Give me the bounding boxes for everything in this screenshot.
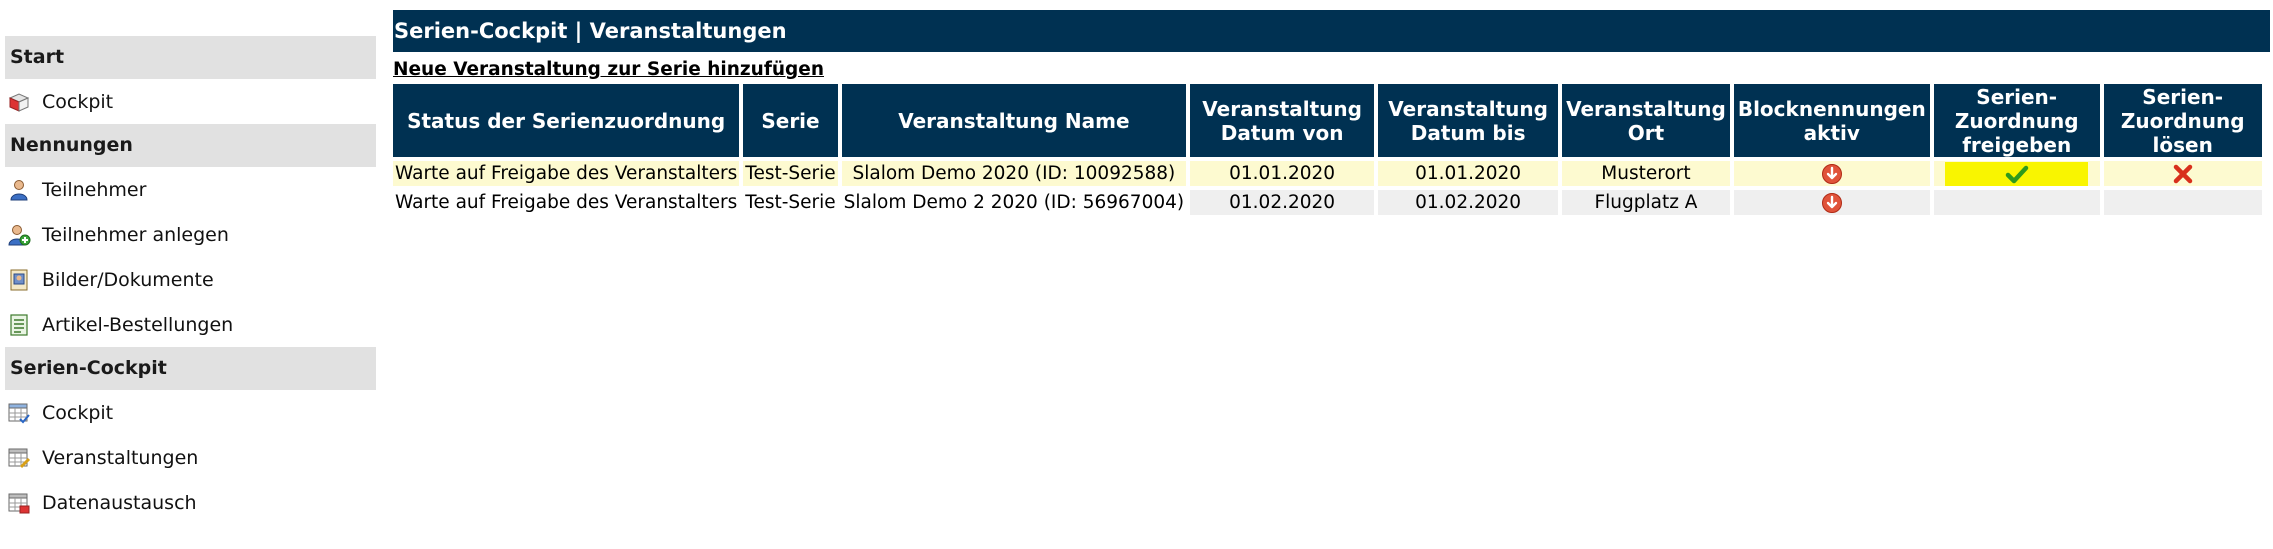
sidebar-section-nennungen: Nennungen — [5, 124, 376, 167]
table-check-icon — [7, 401, 31, 425]
cell-loesen — [2103, 161, 2262, 186]
main-content: Serien-Cockpit | Veranstaltungen Neue Ve… — [393, 10, 2270, 219]
sidebar-item-label: Bilder/Dokumente — [42, 268, 214, 291]
col-header-datum-von: Veranstaltung Datum von — [1190, 84, 1375, 157]
sidebar: Start Cockpit Nennungen Teilnehmer Teiln… — [5, 36, 376, 525]
sidebar-item-label: Teilnehmer — [42, 178, 147, 201]
sidebar-item-teilnehmer[interactable]: Teilnehmer — [5, 167, 376, 212]
table-row: Warte auf Freigabe des Veranstalters Tes… — [393, 161, 2262, 186]
cell-ort: Musterort — [1562, 161, 1730, 186]
sidebar-item-artikel-bestellungen[interactable]: Artikel-Bestellungen — [5, 302, 376, 347]
sidebar-section-serien-cockpit: Serien-Cockpit — [5, 347, 376, 390]
cell-datum-von: 01.01.2020 — [1190, 161, 1375, 186]
events-table: Status der Serienzuordnung Serie Veranst… — [389, 80, 2266, 219]
image-document-icon — [7, 268, 31, 292]
red-down-arrow-icon[interactable] — [1821, 192, 1843, 213]
cell-status: Warte auf Freigabe des Veranstalters — [395, 192, 738, 213]
col-header-loesen: Serien-Zuordnung lösen — [2103, 84, 2262, 157]
table-export-icon — [7, 491, 31, 515]
add-event-link[interactable]: Neue Veranstaltung zur Serie hinzufügen — [393, 59, 824, 80]
cell-serie: Test-Serie — [743, 161, 838, 186]
page-title: Serien-Cockpit | Veranstaltungen — [393, 10, 2270, 52]
sidebar-item-teilnehmer-anlegen[interactable]: Teilnehmer anlegen — [5, 212, 376, 257]
cell-name: Slalom Demo 2020 (ID: 10092588) — [841, 161, 1187, 186]
cell-blocknennungen — [1733, 190, 1930, 215]
sidebar-item-label: Cockpit — [42, 401, 114, 424]
cell-freigeben — [1933, 190, 2100, 215]
cell-datum-von: 01.02.2020 — [1190, 190, 1375, 215]
col-header-ort: Veranstaltung Ort — [1562, 84, 1730, 157]
approve-button[interactable] — [1945, 162, 2089, 186]
sidebar-item-label: Teilnehmer anlegen — [42, 223, 229, 246]
package-icon — [7, 90, 31, 114]
sidebar-item-start-cockpit[interactable]: Cockpit — [5, 79, 376, 124]
person-icon — [7, 178, 31, 202]
cell-ort: Flugplatz A — [1562, 190, 1730, 215]
col-header-serie: Serie — [743, 84, 838, 157]
person-add-icon — [7, 223, 31, 247]
sidebar-item-serien-cockpit[interactable]: Cockpit — [5, 390, 376, 435]
col-header-datum-bis: Veranstaltung Datum bis — [1378, 84, 1559, 157]
cell-datum-bis: 01.02.2020 — [1378, 190, 1559, 215]
sidebar-item-datenaustausch[interactable]: Datenaustausch — [5, 480, 376, 525]
red-down-arrow-icon[interactable] — [1821, 163, 1843, 184]
col-header-name: Veranstaltung Name — [841, 84, 1187, 157]
sidebar-item-label: Artikel-Bestellungen — [42, 313, 234, 336]
cell-serie: Test-Serie — [745, 192, 836, 213]
cell-freigeben — [1933, 161, 2100, 186]
sidebar-item-label: Datenaustausch — [42, 491, 197, 514]
green-check-icon — [2005, 165, 2028, 184]
table-row: Warte auf Freigabe des Veranstalters Tes… — [393, 190, 2262, 215]
cell-datum-bis: 01.01.2020 — [1378, 161, 1559, 186]
order-list-icon — [7, 313, 31, 337]
sidebar-item-label: Cockpit — [42, 90, 114, 113]
cell-status: Warte auf Freigabe des Veranstalters — [393, 161, 740, 186]
cell-blocknennungen — [1733, 161, 1930, 186]
cell-loesen — [2103, 190, 2262, 215]
remove-assignment-button[interactable] — [2172, 163, 2194, 184]
table-header-row: Status der Serienzuordnung Serie Veranst… — [393, 84, 2262, 157]
cell-name: Slalom Demo 2 2020 (ID: 56967004) — [843, 192, 1185, 213]
sidebar-item-veranstaltungen[interactable]: Veranstaltungen — [5, 435, 376, 480]
sidebar-section-start: Start — [5, 36, 376, 79]
col-header-blocknennungen: Blocknennungen aktiv — [1733, 84, 1930, 157]
sidebar-item-bilder-dokumente[interactable]: Bilder/Dokumente — [5, 257, 376, 302]
table-edit-icon — [7, 446, 31, 470]
col-header-freigeben: Serien-Zuordnung freigeben — [1933, 84, 2100, 157]
sidebar-item-label: Veranstaltungen — [42, 446, 199, 469]
red-x-icon — [2173, 164, 2192, 184]
col-header-status: Status der Serienzuordnung — [393, 84, 740, 157]
